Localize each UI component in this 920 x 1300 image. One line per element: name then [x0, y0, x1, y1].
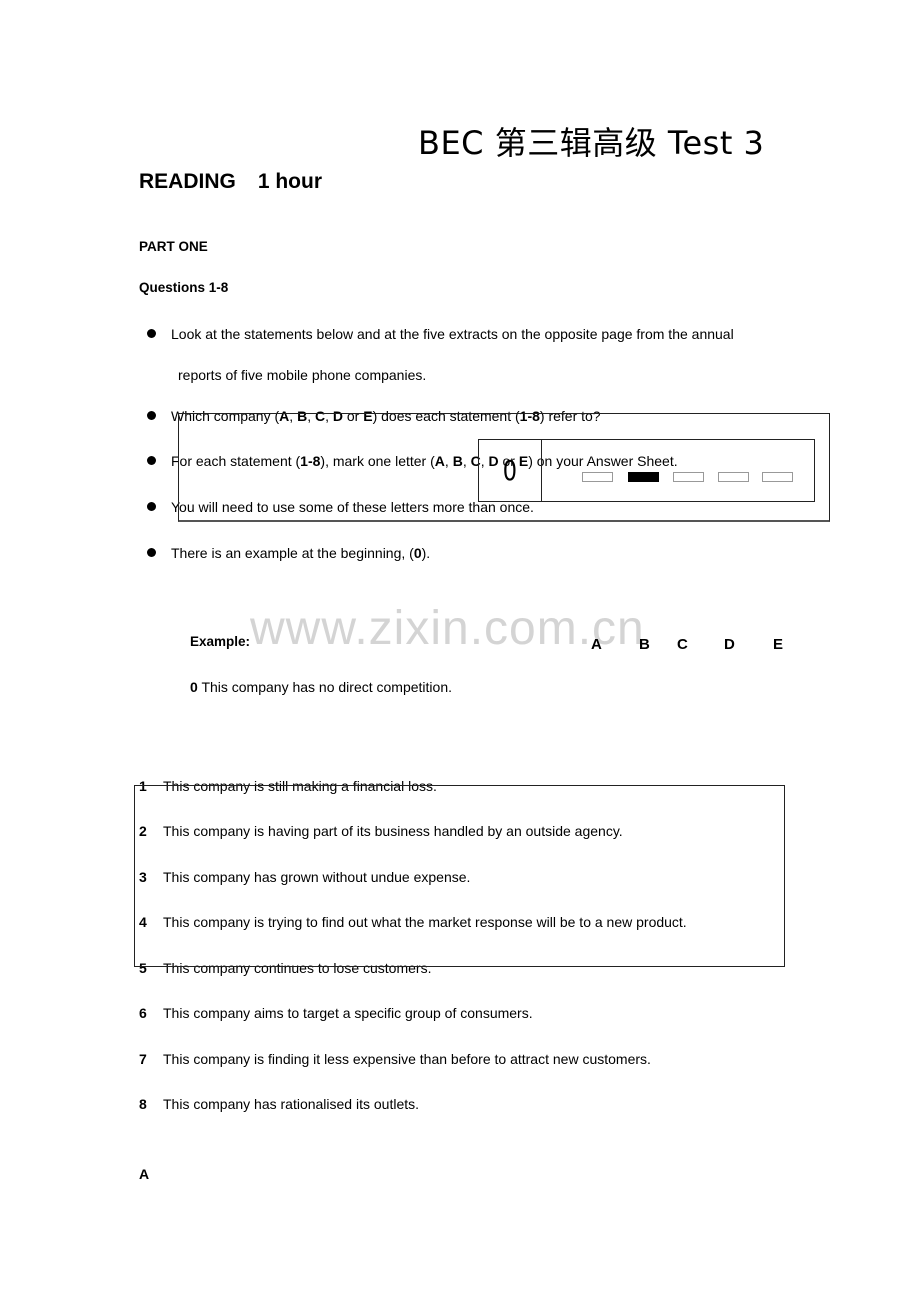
watermark: www.zixin.com.cn [250, 602, 645, 655]
answer-sheet-sample: 0 [478, 439, 815, 502]
questions-range: Questions 1-8 [139, 280, 229, 295]
section-heading: READING 1 hour [139, 170, 322, 194]
answer-sample-divider [541, 440, 542, 501]
answer-option-b[interactable] [628, 472, 659, 482]
section-duration: 1 hour [257, 170, 323, 193]
section-name: READING [139, 170, 236, 193]
example-option-c: C [677, 636, 688, 653]
answer-option-e[interactable] [762, 472, 793, 482]
extract-a-label: A [139, 1166, 150, 1182]
page-title: BEC 第三辑高级 Test 3 [418, 124, 765, 162]
bullet-icon [147, 411, 156, 420]
answer-option-d[interactable] [718, 472, 749, 482]
example-statement: 0 This company has no direct competition… [190, 679, 452, 695]
example-text: This company has no direct competition. [201, 679, 453, 695]
statement-item: 8 This company has rationalised its outle… [139, 1096, 420, 1112]
instruction-item: There is an example at the beginning, (0… [147, 545, 430, 561]
bullet-icon [147, 456, 156, 465]
statement-item: 7 This company is finding it less expensi… [139, 1051, 651, 1067]
answer-option-c[interactable] [673, 472, 704, 482]
example-label: Example: [190, 634, 251, 649]
answer-option-a[interactable] [582, 472, 613, 482]
answer-sample-number: 0 [502, 454, 518, 487]
example-option-a: A [591, 636, 602, 653]
statement-item: 6 This company aims to target a specific … [139, 1005, 533, 1021]
example-option-e: E [773, 636, 784, 653]
example-option-d: D [724, 636, 735, 653]
example-number: 0 [190, 679, 198, 695]
frame-box-statements [134, 785, 785, 967]
part-heading: PART ONE [139, 239, 208, 254]
instruction-item: Look at the statements below and at the … [147, 326, 734, 342]
bullet-icon [147, 548, 156, 557]
example-option-b: B [639, 636, 650, 653]
bullet-icon [147, 502, 156, 511]
instruction-continuation: reports of five mobile phone companies. [178, 367, 427, 383]
bullet-icon [147, 329, 156, 338]
